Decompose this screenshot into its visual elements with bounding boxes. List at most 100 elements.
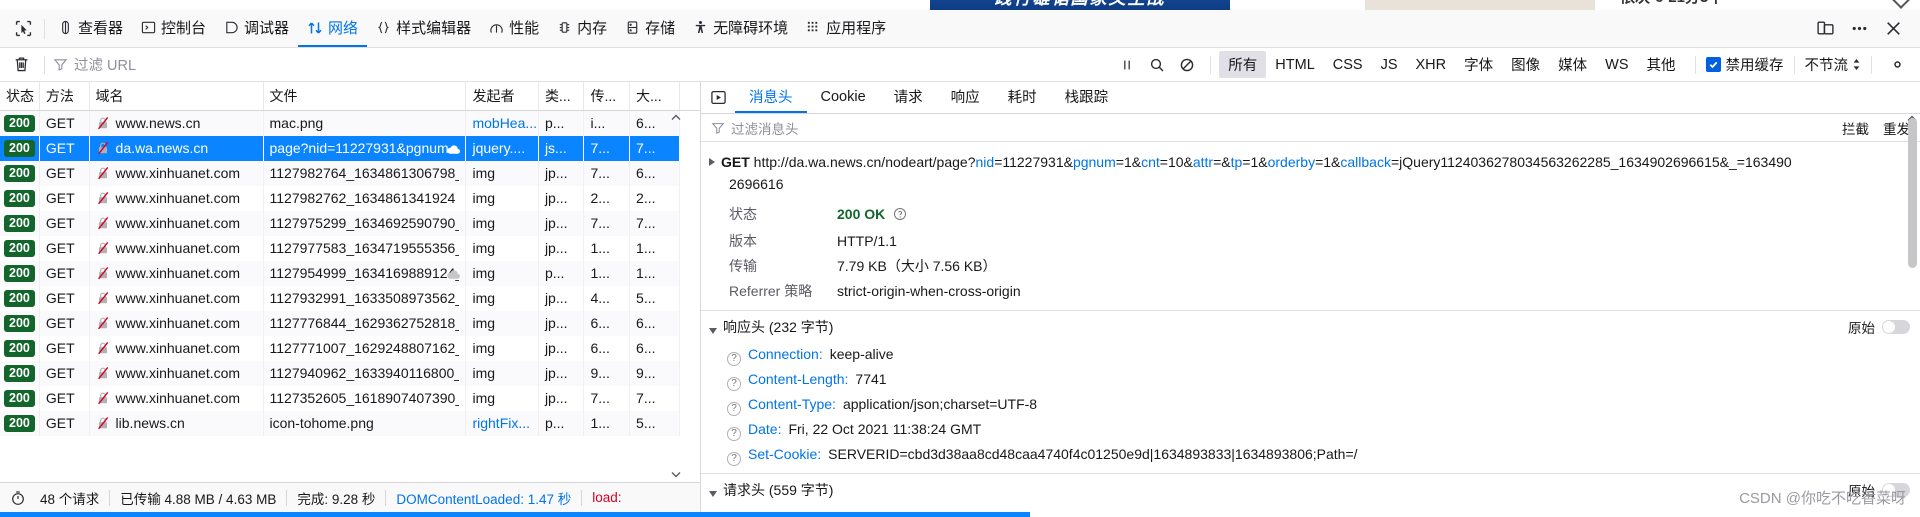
cell-scrollpad xyxy=(679,335,700,361)
cell-status: 200 xyxy=(0,385,40,411)
tool-tab-style-editor[interactable]: 样式编辑器 xyxy=(367,10,480,47)
tool-tab-performance[interactable]: 性能 xyxy=(480,10,548,47)
response-headers-raw-toggle[interactable]: 原始 xyxy=(1848,317,1910,337)
scroll-up-arrow-icon[interactable] xyxy=(670,111,682,123)
request-headers-section-header[interactable]: 请求头 (559 字节) 原始 xyxy=(701,473,1920,505)
param-val: =1& xyxy=(1115,154,1142,170)
tool-tab-accessibility[interactable]: 无障碍环境 xyxy=(684,10,797,47)
initiator-link[interactable]: jquery.... xyxy=(472,140,525,156)
tab-timings[interactable]: 耗时 xyxy=(994,82,1051,113)
filter-url-input[interactable]: 过滤 URL xyxy=(51,53,1112,77)
response-headers-section-header[interactable]: 响应头 (232 字节) 原始 xyxy=(701,310,1920,342)
gear-icon[interactable] xyxy=(1882,51,1912,79)
filter-type-xhr[interactable]: XHR xyxy=(1407,54,1456,76)
help-icon[interactable]: ? xyxy=(727,352,741,366)
column-header-file[interactable]: 文件 xyxy=(263,82,467,111)
status-badge: 200 xyxy=(4,215,35,232)
table-row[interactable]: 200 GET www.xinhuanet.com 1127977583_163471… xyxy=(0,235,700,261)
filter-type-html[interactable]: HTML xyxy=(1266,54,1323,76)
column-header-initiator[interactable]: 发起者 xyxy=(465,82,539,111)
header-name[interactable]: Content-Length: xyxy=(748,369,848,390)
tab-stack-trace[interactable]: 栈跟踪 xyxy=(1051,82,1123,113)
table-row[interactable]: 200 GET www.xinhuanet.com 1127352605_161890… xyxy=(0,385,700,411)
tool-tab-debugger[interactable]: 调试器 xyxy=(215,10,298,47)
responsive-design-mode-icon[interactable] xyxy=(1808,12,1842,46)
tool-tab-console[interactable]: 控制台 xyxy=(132,10,215,47)
column-header-size[interactable]: 大... xyxy=(629,82,680,111)
table-row[interactable]: 200 GET www.xinhuanet.com 1127932991_163350… xyxy=(0,285,700,311)
tool-tab-storage[interactable]: 存储 xyxy=(616,10,684,47)
table-row[interactable]: 200 GET www.news.cn mac.png mobHea... p... i..… xyxy=(0,110,700,136)
tab-headers[interactable]: 消息头 xyxy=(735,82,807,113)
table-row[interactable]: 200 GET www.xinhuanet.com 1127776844_162936… xyxy=(0,310,700,336)
table-row[interactable]: 200 GET www.xinhuanet.com 1127975299_163469… xyxy=(0,210,700,236)
column-header-domain[interactable]: 域名 xyxy=(89,82,264,111)
table-row[interactable]: 200 GET www.xinhuanet.com 1127954999_163416… xyxy=(0,260,700,286)
column-header-transferred[interactable]: 传... xyxy=(583,82,631,111)
details-scrollbar-thumb[interactable] xyxy=(1908,118,1917,268)
scroll-down-arrow-icon[interactable] xyxy=(670,467,682,479)
disable-cache-checkbox[interactable]: 禁用缓存 xyxy=(1705,54,1784,75)
filter-type-other[interactable]: 其他 xyxy=(1638,51,1685,78)
block-icon[interactable] xyxy=(1172,51,1202,79)
help-icon[interactable] xyxy=(893,206,907,227)
header-name[interactable]: Content-Type: xyxy=(748,394,836,415)
tool-tab-memory[interactable]: 内存 xyxy=(548,10,616,47)
cell-domain: www.xinhuanet.com xyxy=(89,385,264,411)
devtools-toolbar-actions xyxy=(1808,12,1920,46)
initiator-link[interactable]: rightFix... xyxy=(472,415,530,431)
filter-type-all[interactable]: 所有 xyxy=(1219,51,1267,78)
funnel-icon xyxy=(53,59,68,71)
filter-type-js[interactable]: JS xyxy=(1372,54,1407,76)
cell-scrollpad xyxy=(679,285,700,311)
details-filter-placeholder[interactable]: 过滤消息头 xyxy=(731,118,799,138)
block-request-button[interactable]: 拦截 xyxy=(1842,118,1869,138)
filter-type-media[interactable]: 媒体 xyxy=(1549,51,1596,78)
file-text: 1127977583_1634719555356_title xyxy=(269,240,460,256)
header-name[interactable]: Connection: xyxy=(748,344,823,365)
header-name[interactable]: Set-Cookie: xyxy=(748,444,821,465)
header-name[interactable]: Date: xyxy=(748,419,781,440)
domcontentloaded-time: DOMContentLoaded: 1.47 秒 xyxy=(396,491,572,507)
cell-domain: lib.news.cn xyxy=(89,410,264,436)
filter-type-css[interactable]: CSS xyxy=(1324,54,1372,76)
tab-response[interactable]: 响应 xyxy=(937,82,994,113)
meatball-menu-icon[interactable] xyxy=(1842,12,1876,46)
expand-triangle-icon[interactable] xyxy=(709,158,715,166)
table-row[interactable]: 200 GET www.xinhuanet.com 1127940962_163394… xyxy=(0,360,700,386)
filter-type-ws[interactable]: WS xyxy=(1596,54,1637,76)
trash-icon[interactable] xyxy=(4,50,38,80)
filter-type-image[interactable]: 图像 xyxy=(1502,51,1549,78)
help-icon[interactable]: ? xyxy=(727,402,741,416)
table-row[interactable]: 200 GET lib.news.cn icon-tohome.png rightFix… xyxy=(0,410,700,436)
column-header-status[interactable]: 状态 xyxy=(0,82,40,111)
toggle-switch[interactable] xyxy=(1882,320,1910,334)
filter-type-font[interactable]: 字体 xyxy=(1455,51,1502,78)
table-row[interactable]: 200 GET da.wa.news.cn page?nid=11227931&pgn… xyxy=(0,135,700,161)
close-icon[interactable] xyxy=(1876,12,1910,46)
collapse-triangle-icon[interactable] xyxy=(709,490,717,497)
tab-request[interactable]: 请求 xyxy=(880,82,937,113)
network-request-list[interactable]: 状态 方法 域名 文件 发起者 类... 传... 大... 200 GET www… xyxy=(0,82,700,482)
column-header-type[interactable]: 类... xyxy=(538,82,585,111)
collapse-triangle-icon[interactable] xyxy=(709,327,717,334)
throttle-select[interactable]: 不节流 xyxy=(1805,54,1862,75)
table-row[interactable]: 200 GET www.xinhuanet.com 1127982764_163486… xyxy=(0,160,700,186)
help-icon[interactable]: ? xyxy=(727,377,741,391)
initiator-link[interactable]: mobHea... xyxy=(472,115,537,131)
tab-cookies[interactable]: Cookie xyxy=(807,82,880,113)
tool-tab-network[interactable]: 网络 xyxy=(298,10,368,47)
help-icon[interactable]: ? xyxy=(727,452,741,466)
pause-icon[interactable] xyxy=(1112,51,1142,79)
search-icon[interactable] xyxy=(1142,51,1172,79)
cell-domain: www.xinhuanet.com xyxy=(89,235,264,261)
table-row[interactable]: 200 GET www.xinhuanet.com 1127982762_163486… xyxy=(0,185,700,211)
tool-tab-application[interactable]: 应用程序 xyxy=(797,10,895,47)
details-tabs: 消息头 Cookie 请求 响应 耗时 栈跟踪 xyxy=(701,82,1920,114)
column-header-method[interactable]: 方法 xyxy=(39,82,90,111)
table-row[interactable]: 200 GET www.xinhuanet.com 1127771007_162924… xyxy=(0,335,700,361)
element-picker-button[interactable] xyxy=(6,12,40,46)
help-icon[interactable]: ? xyxy=(727,427,741,441)
tool-tab-inspector[interactable]: 查看器 xyxy=(49,10,132,47)
resend-icon[interactable] xyxy=(701,82,735,113)
